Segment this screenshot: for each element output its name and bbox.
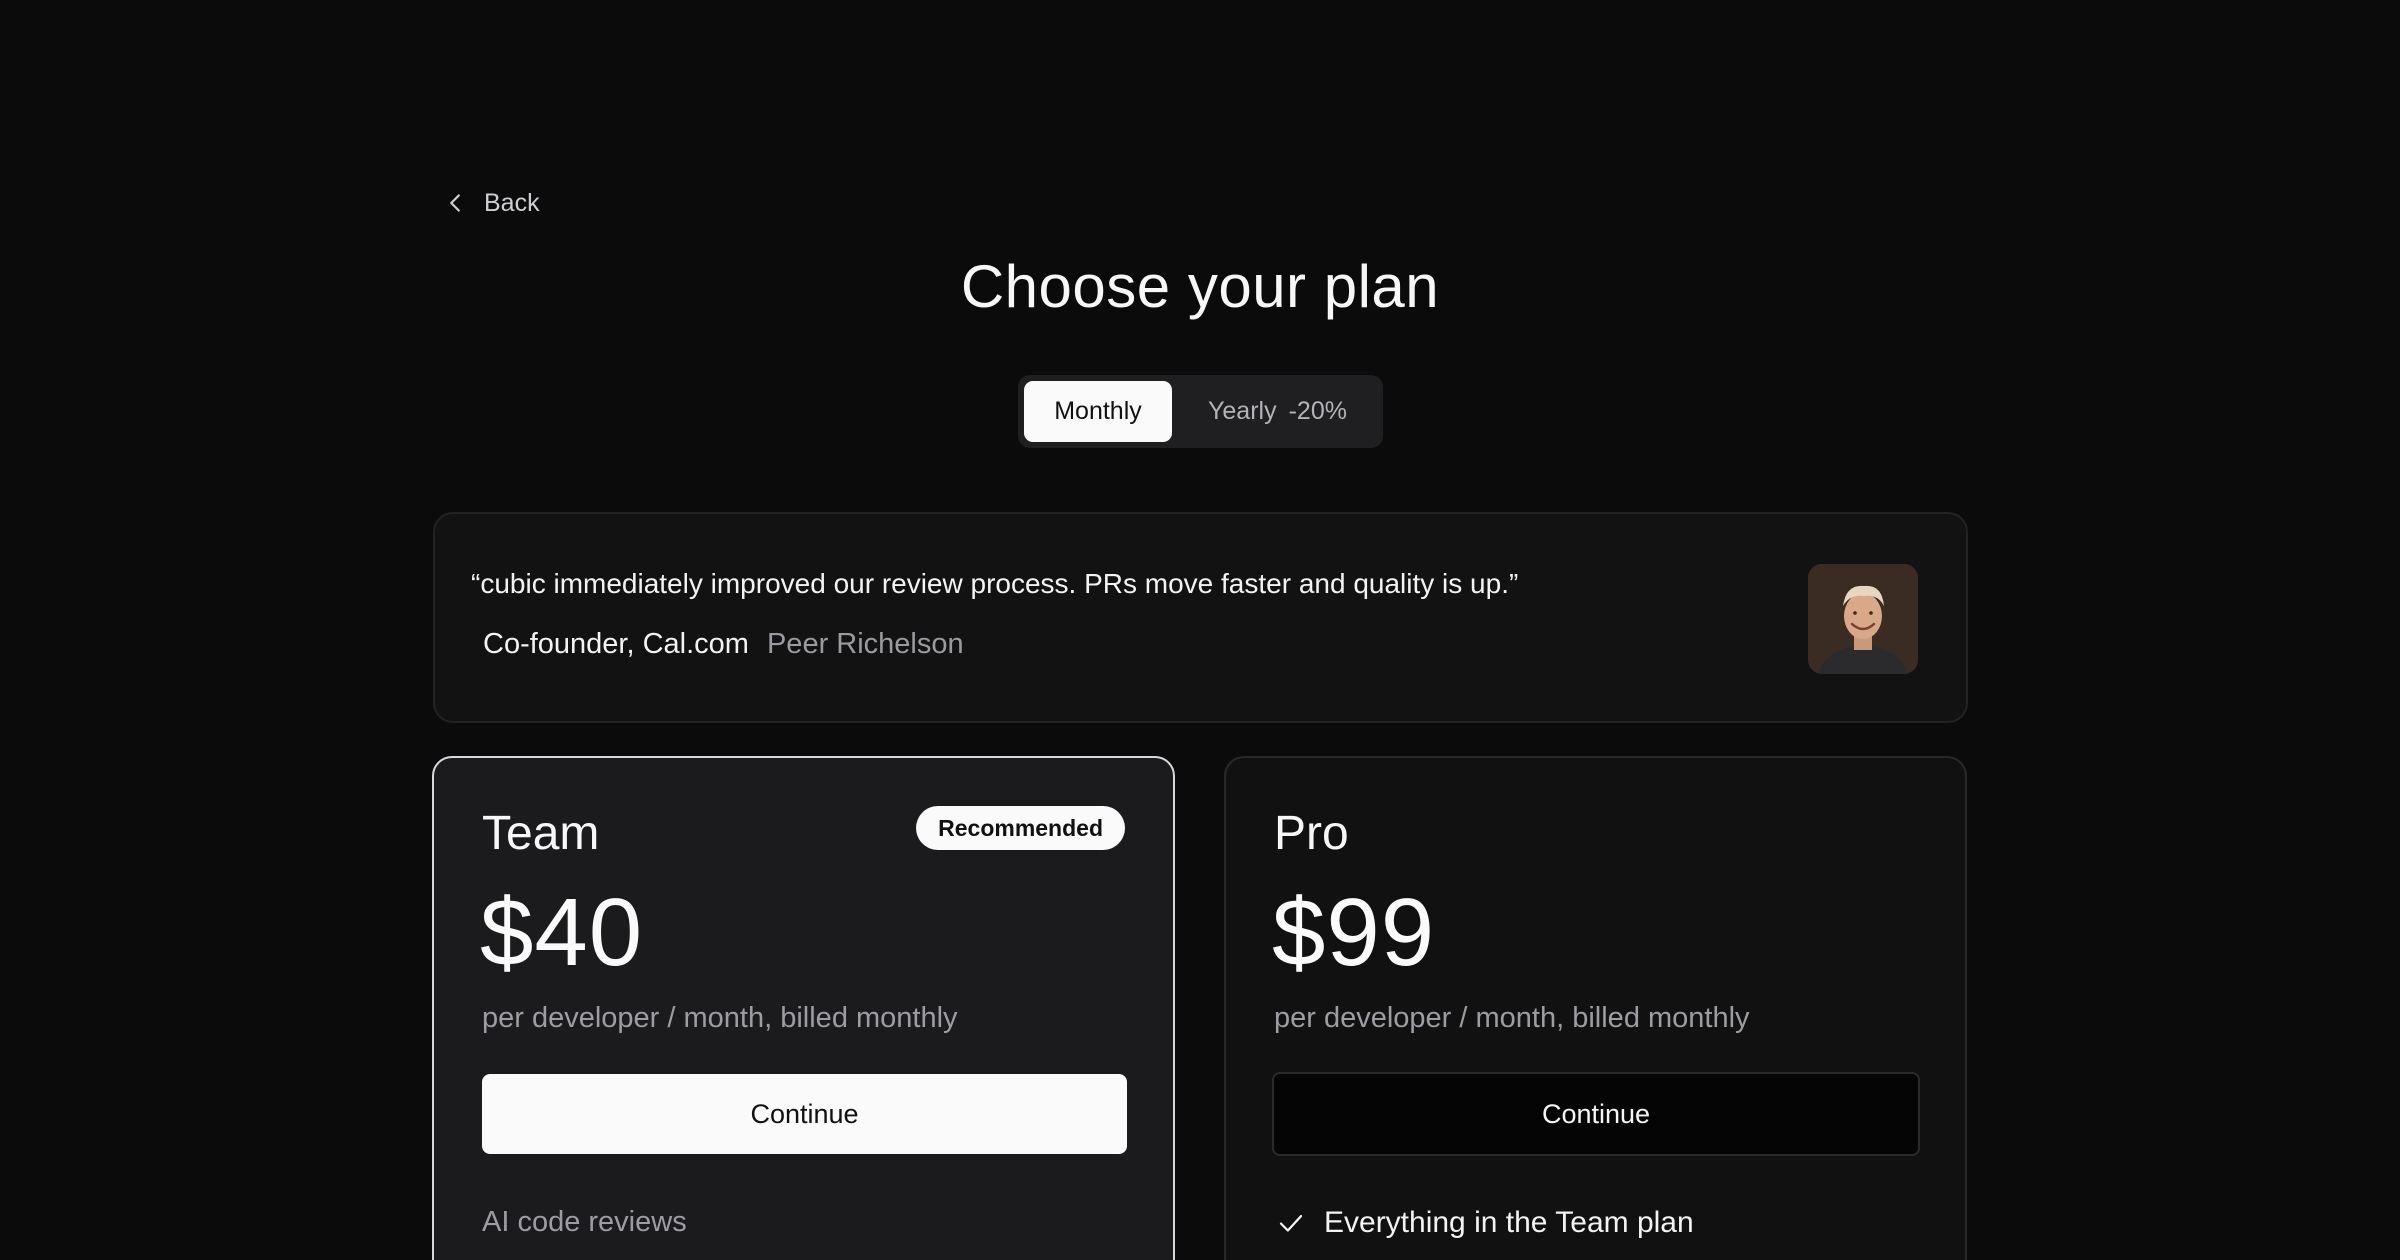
- toggle-yearly[interactable]: Yearly -20%: [1178, 381, 1377, 442]
- plan-billing-note: per developer / month, billed monthly: [482, 1002, 958, 1034]
- plan-name: Team: [482, 807, 600, 860]
- chevron-left-icon: [440, 188, 470, 218]
- check-icon: [1276, 1208, 1306, 1238]
- plan-billing-note: per developer / month, billed monthly: [1274, 1002, 1750, 1034]
- back-label: Back: [484, 188, 540, 217]
- team-continue-button[interactable]: Continue: [482, 1074, 1127, 1154]
- plan-card-team: Team Recommended $40 per developer / mon…: [432, 756, 1175, 1260]
- feature-item: Everything in the Team plan: [1276, 1206, 1694, 1240]
- plan-card-pro: Pro $99 per developer / month, billed mo…: [1224, 756, 1967, 1260]
- pro-continue-button[interactable]: Continue: [1272, 1072, 1920, 1156]
- recommended-badge: Recommended: [916, 806, 1125, 850]
- avatar: [1808, 564, 1918, 674]
- testimonial-card: “cubic immediately improved our review p…: [433, 512, 1968, 723]
- feature-label: Everything in the Team plan: [1324, 1206, 1694, 1239]
- toggle-monthly-label: Monthly: [1054, 397, 1142, 425]
- billing-period-toggle: Monthly Yearly -20%: [1018, 375, 1383, 448]
- back-button[interactable]: Back: [440, 188, 540, 218]
- yearly-discount-label: -20%: [1288, 397, 1347, 425]
- toggle-monthly[interactable]: Monthly: [1024, 381, 1172, 442]
- plan-price: $99: [1272, 879, 1436, 986]
- plan-name: Pro: [1274, 807, 1349, 860]
- testimonial-attribution: Co-founder, Cal.com Peer Richelson: [483, 628, 964, 661]
- pricing-page: Back Choose your plan Monthly Yearly -20…: [0, 0, 2400, 1260]
- testimonial-person: Peer Richelson: [766, 628, 964, 660]
- testimonial-role: Co-founder, Cal.com: [483, 628, 749, 660]
- testimonial-quote: “cubic immediately improved our review p…: [471, 568, 1519, 599]
- page-title: Choose your plan: [960, 253, 1440, 320]
- toggle-yearly-label: Yearly: [1208, 397, 1277, 425]
- plan-price: $40: [480, 879, 644, 986]
- feature-heading: AI code reviews: [482, 1206, 687, 1238]
